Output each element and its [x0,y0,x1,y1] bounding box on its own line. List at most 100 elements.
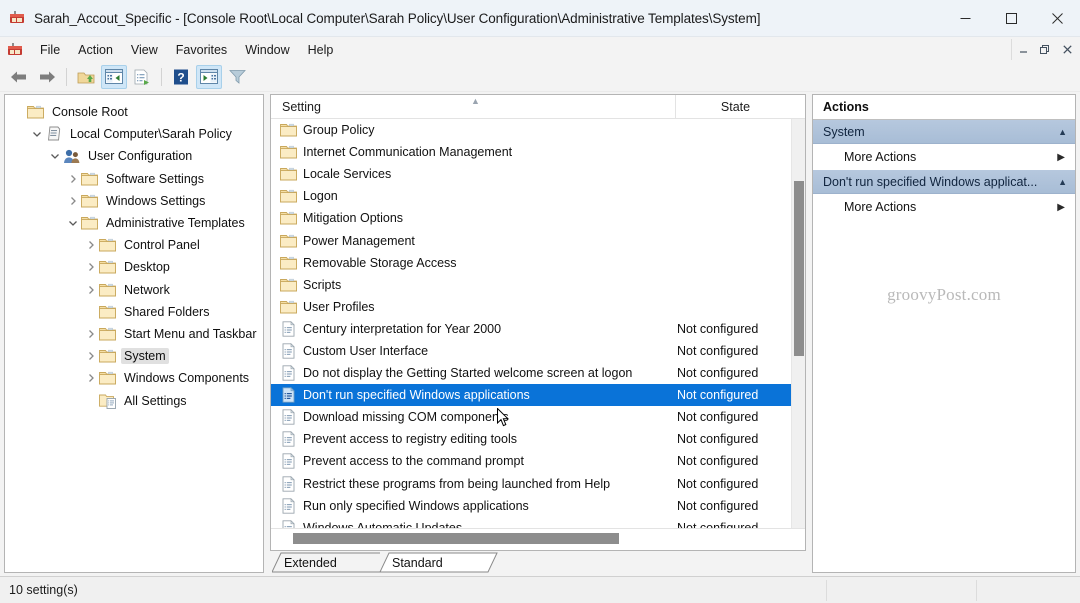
actions-group-system[interactable]: System ▲ [813,120,1075,144]
tab-extended[interactable]: Extended [272,552,390,573]
menu-help[interactable]: Help [299,40,343,60]
menu-view[interactable]: View [122,40,167,60]
policy-icon [45,126,62,142]
tree-item-local-computer-sarah-policy[interactable]: Local Computer\Sarah Policy [5,123,263,145]
tree-item-control-panel[interactable]: Control Panel [5,234,263,256]
up-one-level-icon[interactable] [73,65,99,89]
maximize-button[interactable] [988,0,1034,37]
tab-standard[interactable]: Standard [380,552,498,573]
actions-pane-title: Actions [813,95,1075,120]
document-restore-button[interactable] [1034,39,1056,60]
panes-container: Console Root Local Computer\Sarah Policy U… [4,94,1076,573]
chevron-down-icon[interactable] [65,215,81,231]
chevron-right-icon[interactable] [83,259,99,275]
status-bar-divider [826,580,827,601]
tree-item-label: Windows Components [124,371,250,386]
tree-item-label: Local Computer\Sarah Policy [70,127,232,142]
tree-item-system[interactable]: System [5,345,263,367]
list-row[interactable]: Removable Storage Access [271,252,805,274]
menu-bar: File Action View Favorites Window Help [0,37,1080,62]
tree-item-all-settings[interactable]: All Settings [5,389,263,411]
minimize-button[interactable] [942,0,988,37]
list-row[interactable]: Prevent access to the command prompt Not … [271,450,805,472]
all-settings-icon [99,393,116,409]
forward-icon[interactable] [34,65,60,89]
list-row[interactable]: Locale Services [271,163,805,185]
list-row[interactable]: Do not display the Getting Started welco… [271,362,805,384]
status-bar-divider [976,580,977,601]
chevron-right-icon[interactable] [65,193,81,209]
tree-item-windows-settings[interactable]: Windows Settings [5,190,263,212]
folder-icon [280,255,297,271]
list-row[interactable]: Run only specified Windows applications N… [271,495,805,517]
chevron-down-icon[interactable] [29,126,45,142]
tree-item-user-configuration[interactable]: User Configuration [5,145,263,167]
help-icon[interactable]: ? [168,65,194,89]
list-row[interactable]: Don't run specified Windows applications… [271,384,805,407]
policy-setting-icon [280,387,296,403]
tree-item-windows-components[interactable]: Windows Components [5,367,263,389]
list-row-setting: Removable Storage Access [303,255,457,270]
list-row-setting: Power Management [303,233,415,248]
actions-group-policy[interactable]: Don't run specified Windows applicat... … [813,170,1075,194]
column-header-state[interactable]: State [675,95,795,118]
close-button[interactable] [1034,0,1080,37]
menu-window[interactable]: Window [236,40,298,60]
document-close-button[interactable] [1056,39,1078,60]
show-hide-action-pane-icon[interactable] [196,64,222,89]
list-row[interactable]: Power Management [271,229,805,251]
tree-item-shared-folders[interactable]: Shared Folders [5,301,263,323]
chevron-right-icon[interactable] [83,348,99,364]
menu-file[interactable]: File [31,40,69,60]
list-row[interactable]: User Profiles [271,296,805,318]
list-vertical-scrollbar-thumb[interactable] [794,181,804,356]
menu-favorites[interactable]: Favorites [167,40,236,60]
chevron-right-icon[interactable] [83,237,99,253]
tree-item-network[interactable]: Network [5,279,263,301]
list-vertical-scrollbar[interactable] [791,119,805,528]
filter-icon[interactable] [224,65,250,89]
list-horizontal-scrollbar-thumb[interactable] [293,533,619,544]
status-bar: 10 setting(s) [0,576,1080,603]
back-icon[interactable] [6,65,32,89]
list-row[interactable]: Download missing COM components Not confi… [271,406,805,428]
folder-icon [99,304,116,320]
chevron-right-icon[interactable] [83,326,99,342]
chevron-right-icon[interactable] [65,171,81,187]
tree-item-console-root[interactable]: Console Root [5,101,263,123]
list-row[interactable]: Logon [271,185,805,207]
tree-item-desktop[interactable]: Desktop [5,256,263,278]
tree-item-software-settings[interactable]: Software Settings [5,168,263,190]
chevron-down-icon[interactable] [47,148,63,164]
title-bar: Sarah_Accout_Specific - [Console Root\Lo… [0,0,1080,37]
list-row[interactable]: Group Policy [271,119,805,141]
tree-item-administrative-templates[interactable]: Administrative Templates [5,212,263,234]
document-minimize-button[interactable] [1012,39,1034,60]
more-actions-policy[interactable]: More Actions ▶ [813,194,1075,220]
export-list-icon[interactable] [129,65,155,89]
folder-icon [280,122,297,138]
tree-item-label: Administrative Templates [106,216,245,231]
chevron-up-icon[interactable]: ▲ [1058,177,1067,187]
list-row[interactable]: Scripts [271,274,805,296]
settings-list-pane[interactable]: Setting ▲ State Group Policy Internet Com… [270,94,806,551]
menu-action[interactable]: Action [69,40,122,60]
show-hide-console-tree-icon[interactable] [101,64,127,89]
list-row[interactable]: Century interpretation for Year 2000 Not … [271,318,805,340]
list-row[interactable]: Internet Communication Management [271,141,805,163]
chevron-up-icon[interactable]: ▲ [1058,127,1067,137]
tree-item-start-menu-and-taskbar[interactable]: Start Menu and Taskbar [5,323,263,345]
chevron-right-icon[interactable] [83,370,99,386]
folder-icon [99,326,116,342]
tree-item-label: Network [124,282,170,297]
mmc-console-icon [9,10,25,26]
console-tree-pane[interactable]: Console Root Local Computer\Sarah Policy U… [4,94,264,573]
more-actions-system[interactable]: More Actions ▶ [813,144,1075,170]
list-row[interactable]: Custom User Interface Not configured [271,340,805,362]
list-row[interactable]: Restrict these programs from being launc… [271,473,805,495]
list-row[interactable]: Mitigation Options [271,207,805,229]
column-header-setting[interactable]: Setting ▲ [271,95,675,118]
list-row[interactable]: Prevent access to registry editing tools… [271,428,805,450]
list-horizontal-scrollbar[interactable] [271,528,805,550]
chevron-right-icon[interactable] [83,282,99,298]
